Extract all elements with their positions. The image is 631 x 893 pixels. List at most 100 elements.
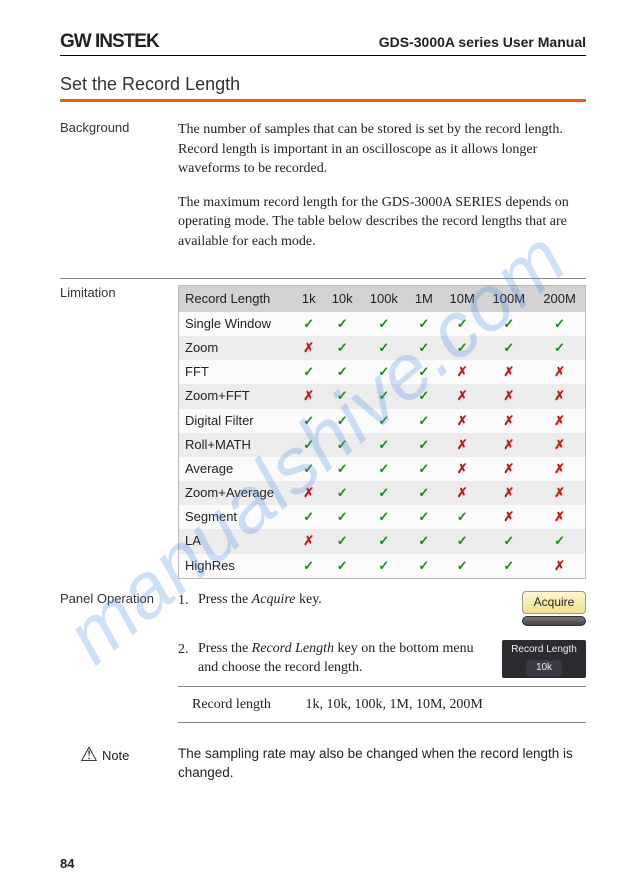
reclen-rule-bottom: [178, 722, 586, 723]
table-header-col: 100M: [483, 285, 534, 312]
table-row-name: LA: [179, 529, 295, 553]
check-icon: ✓: [441, 529, 483, 553]
check-icon: ✓: [407, 505, 441, 529]
check-icon: ✓: [361, 336, 407, 360]
check-icon: ✓: [407, 554, 441, 579]
background-label: Background: [60, 120, 178, 266]
table-row: FFT✓✓✓✓✗✗✗: [179, 360, 586, 384]
check-icon: ✓: [361, 409, 407, 433]
cross-icon: ✗: [294, 384, 323, 408]
table-row: Single Window✓✓✓✓✓✓✓: [179, 312, 586, 336]
table-row: HighRes✓✓✓✓✓✓✗: [179, 554, 586, 579]
check-icon: ✓: [441, 312, 483, 336]
step-1-text: Press the Acquire key.: [198, 591, 510, 610]
section-rule: [60, 99, 586, 102]
check-icon: ✓: [534, 336, 585, 360]
record-length-softkey-icon: Record Length 10k: [502, 640, 586, 678]
check-icon: ✓: [323, 554, 361, 579]
table-row-name: Digital Filter: [179, 409, 295, 433]
check-icon: ✓: [323, 409, 361, 433]
check-icon: ✓: [407, 409, 441, 433]
check-icon: ✓: [534, 529, 585, 553]
check-icon: ✓: [483, 554, 534, 579]
check-icon: ✓: [323, 505, 361, 529]
table-row: Digital Filter✓✓✓✓✗✗✗: [179, 409, 586, 433]
check-icon: ✓: [323, 360, 361, 384]
check-icon: ✓: [323, 384, 361, 408]
check-icon: ✓: [441, 554, 483, 579]
cross-icon: ✗: [483, 409, 534, 433]
reclen-rule-top: [178, 686, 586, 687]
cross-icon: ✗: [534, 433, 585, 457]
table-row: Segment✓✓✓✓✓✗✗: [179, 505, 586, 529]
check-icon: ✓: [323, 336, 361, 360]
cross-icon: ✗: [534, 554, 585, 579]
check-icon: ✓: [361, 481, 407, 505]
check-icon: ✓: [441, 336, 483, 360]
check-icon: ✓: [294, 360, 323, 384]
check-icon: ✓: [407, 457, 441, 481]
check-icon: ✓: [407, 384, 441, 408]
cross-icon: ✗: [441, 433, 483, 457]
check-icon: ✓: [323, 433, 361, 457]
record-length-values: Record length 1k, 10k, 100k, 1M, 10M, 20…: [178, 693, 586, 717]
step-2-num: 2.: [178, 640, 192, 660]
table-row: Roll+MATH✓✓✓✓✗✗✗: [179, 433, 586, 457]
cross-icon: ✗: [294, 529, 323, 553]
table-row-name: Zoom+FFT: [179, 384, 295, 408]
table-header-col: 10k: [323, 285, 361, 312]
cross-icon: ✗: [294, 336, 323, 360]
check-icon: ✓: [361, 505, 407, 529]
check-icon: ✓: [323, 312, 361, 336]
table-row: Zoom+Average✗✓✓✓✗✗✗: [179, 481, 586, 505]
check-icon: ✓: [294, 505, 323, 529]
check-icon: ✓: [407, 433, 441, 457]
acquire-key-icon: Acquire: [522, 591, 586, 614]
cross-icon: ✗: [483, 360, 534, 384]
brand-logo: GW INSTEK: [60, 30, 159, 53]
table-header-col: 10M: [441, 285, 483, 312]
check-icon: ✓: [483, 336, 534, 360]
table-row-name: Zoom+Average: [179, 481, 295, 505]
table-row: Zoom+FFT✗✓✓✓✗✗✗: [179, 384, 586, 408]
check-icon: ✓: [361, 384, 407, 408]
check-icon: ✓: [361, 554, 407, 579]
cross-icon: ✗: [534, 360, 585, 384]
warning-icon: ⚠: [80, 745, 98, 765]
check-icon: ✓: [407, 312, 441, 336]
check-icon: ✓: [407, 360, 441, 384]
table-header-col: 200M: [534, 285, 585, 312]
check-icon: ✓: [294, 457, 323, 481]
table-row-name: Segment: [179, 505, 295, 529]
cross-icon: ✗: [441, 360, 483, 384]
cross-icon: ✗: [534, 384, 585, 408]
limitation-label: Limitation: [60, 285, 178, 579]
check-icon: ✓: [483, 529, 534, 553]
table-row-name: Roll+MATH: [179, 433, 295, 457]
check-icon: ✓: [361, 312, 407, 336]
check-icon: ✓: [534, 312, 585, 336]
cross-icon: ✗: [441, 409, 483, 433]
table-row: Average✓✓✓✓✗✗✗: [179, 457, 586, 481]
cross-icon: ✗: [483, 505, 534, 529]
step-1-num: 1.: [178, 591, 192, 611]
check-icon: ✓: [441, 505, 483, 529]
check-icon: ✓: [407, 336, 441, 360]
cross-icon: ✗: [534, 409, 585, 433]
check-icon: ✓: [323, 457, 361, 481]
acquire-key-bar: [522, 616, 586, 626]
check-icon: ✓: [323, 481, 361, 505]
check-icon: ✓: [294, 433, 323, 457]
check-icon: ✓: [407, 481, 441, 505]
cross-icon: ✗: [294, 481, 323, 505]
section-title: Set the Record Length: [60, 74, 586, 95]
table-row-name: Average: [179, 457, 295, 481]
check-icon: ✓: [483, 312, 534, 336]
table-header-label: Record Length: [179, 285, 295, 312]
background-p1: The number of samples that can be stored…: [178, 120, 586, 179]
table-header-col: 100k: [361, 285, 407, 312]
table-row-name: Single Window: [179, 312, 295, 336]
page-number: 84: [60, 856, 74, 871]
page-header: GW INSTEK GDS-3000A series User Manual: [60, 30, 586, 56]
cross-icon: ✗: [441, 384, 483, 408]
